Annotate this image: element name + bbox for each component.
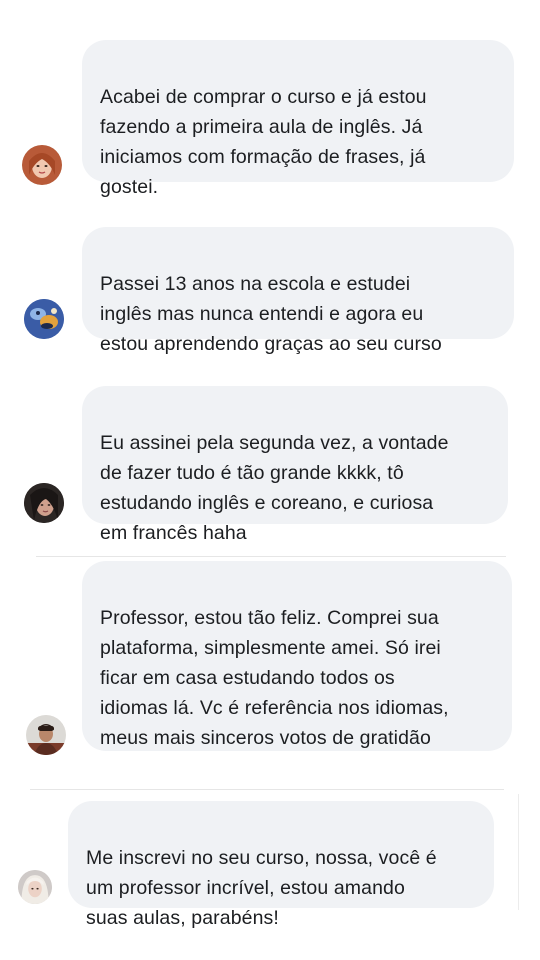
avatar-woman-red-hair-icon[interactable] xyxy=(22,145,62,185)
avatar-man-icon[interactable] xyxy=(26,715,66,755)
comment-bubble: Eu assinei pela segunda vez, a vontade d… xyxy=(82,386,508,544)
comment-text: Professor, estou tão feliz. Comprei sua … xyxy=(100,607,449,749)
divider xyxy=(36,556,506,557)
comment-bubble: Acabei de comprar o curso e já estou faz… xyxy=(82,40,514,198)
avatar-woman-blonde-icon[interactable] xyxy=(18,870,52,904)
avatar-cartoon-icon[interactable] xyxy=(24,299,64,339)
comment-bubble: Me inscrevi no seu curso, nossa, você é … xyxy=(68,801,494,929)
comment-bubble: Passei 13 anos na escola e estudei inglê… xyxy=(82,227,514,355)
comment-bubble: Professor, estou tão feliz. Comprei sua … xyxy=(82,561,512,839)
divider xyxy=(30,789,504,790)
comment-text: Eu assinei pela segunda vez, a vontade d… xyxy=(100,432,449,544)
avatar-woman-dark-hair-icon[interactable] xyxy=(24,483,64,523)
comment-text: Acabei de comprar o curso e já estou faz… xyxy=(100,86,427,198)
comment-text: Passei 13 anos na escola e estudei inglê… xyxy=(100,273,442,355)
right-edge-line xyxy=(518,794,519,910)
comment-text: Me inscrevi no seu curso, nossa, você é … xyxy=(86,847,437,929)
